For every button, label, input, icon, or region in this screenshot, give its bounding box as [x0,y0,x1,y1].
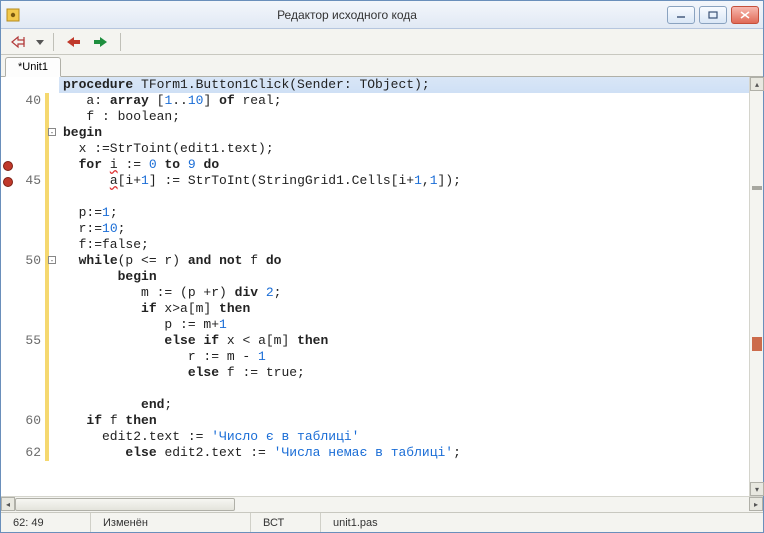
gutter-line[interactable] [1,397,45,413]
status-filename: unit1.pas [321,513,763,532]
code-line[interactable]: begin [59,269,749,285]
gutter-line[interactable] [1,429,45,445]
gutter-line[interactable]: 50 [1,253,45,269]
scrollbar-thumb[interactable] [15,498,235,511]
gutter-line[interactable] [1,349,45,365]
code-line[interactable]: for i := 0 to 9 do [59,157,749,173]
gutter-line[interactable] [1,77,45,93]
code-line[interactable]: f:=false; [59,237,749,253]
gutter-line[interactable] [1,157,45,173]
gutter-line[interactable] [1,237,45,253]
scroll-right-button[interactable]: ▸ [749,497,763,511]
titlebar: Редактор исходного кода [1,1,763,29]
toolbar [1,29,763,55]
code-line[interactable]: p := m+1 [59,317,749,333]
code-line[interactable]: a: array [1..10] of real; [59,93,749,109]
gutter-line[interactable] [1,381,45,397]
horizontal-scrollbar[interactable]: ◂ ▸ [1,496,763,512]
code-line[interactable]: end; [59,397,749,413]
code-line[interactable]: p:=1; [59,205,749,221]
code-line[interactable]: while(p <= r) and not f do [59,253,749,269]
close-button[interactable] [731,6,759,24]
status-bar: 62: 49 Изменён ВСТ unit1.pas [1,512,763,532]
gutter-line[interactable] [1,301,45,317]
window-title: Редактор исходного кода [27,8,667,22]
maximize-button[interactable] [699,6,727,24]
code-line[interactable]: x :=StrToint(edit1.text); [59,141,749,157]
gutter-line[interactable]: 40 [1,93,45,109]
forward-button[interactable] [90,32,112,52]
dropdown-arrow[interactable] [35,32,45,52]
minimize-button[interactable] [667,6,695,24]
code-line[interactable]: a[i+1] := StrToInt(StringGrid1.Cells[i+1… [59,173,749,189]
gutter-line[interactable] [1,221,45,237]
gutter-line[interactable] [1,141,45,157]
gutter-line[interactable] [1,365,45,381]
gutter-line[interactable]: 45 [1,173,45,189]
gutter-line[interactable] [1,269,45,285]
fold-bar: -- [45,77,59,496]
code-line[interactable]: else if x < a[m] then [59,333,749,349]
scroll-left-button[interactable]: ◂ [1,497,15,511]
gutter-line[interactable]: 62 [1,445,45,461]
fold-toggle[interactable]: - [48,128,56,136]
gutter-line[interactable] [1,125,45,141]
editor-area: 404550556062 -- procedure TForm1.Button1… [1,77,763,496]
app-icon [5,7,21,23]
gutter-line[interactable] [1,189,45,205]
gutter-line[interactable] [1,317,45,333]
toolbar-separator [120,33,121,51]
code-line[interactable]: if f then [59,413,749,429]
code-viewport[interactable]: procedure TForm1.Button1Click(Sender: TO… [59,77,749,496]
fold-toggle[interactable]: - [48,256,56,264]
scroll-down-button[interactable]: ▾ [750,482,764,496]
code-line[interactable]: r := m - 1 [59,349,749,365]
code-line[interactable]: edit2.text := 'Число є в таблиці' [59,429,749,445]
code-line[interactable]: m := (p +r) div 2; [59,285,749,301]
toolbar-separator [53,33,54,51]
code-line[interactable] [59,381,749,397]
gutter-line[interactable]: 55 [1,333,45,349]
tab-unit1[interactable]: *Unit1 [5,57,61,77]
status-cursor-pos: 62: 49 [1,513,91,532]
code-line[interactable]: r:=10; [59,221,749,237]
back-button[interactable] [62,32,84,52]
ruler-mark-error [752,337,762,351]
status-state: Изменён [91,513,251,532]
gutter-line[interactable]: 60 [1,413,45,429]
status-insert-mode: ВСТ [251,513,321,532]
overview-ruler[interactable]: ▴ ▾ [749,77,763,496]
code-line[interactable] [59,189,749,205]
code-line[interactable]: begin [59,125,749,141]
gutter-line[interactable] [1,205,45,221]
jump-button[interactable] [7,32,29,52]
gutter-line[interactable] [1,109,45,125]
scroll-up-button[interactable]: ▴ [750,77,764,91]
line-number-gutter: 40 45 50 55 60 62 [1,77,45,496]
code-line[interactable]: else edit2.text := 'Числа немає в таблиц… [59,445,749,461]
ruler-mark [752,186,762,190]
code-line[interactable]: f : boolean; [59,109,749,125]
code-line[interactable]: else f := true; [59,365,749,381]
gutter-line[interactable] [1,285,45,301]
tab-bar: *Unit1 [1,55,763,77]
code-line[interactable]: if x>a[m] then [59,301,749,317]
code-line[interactable]: procedure TForm1.Button1Click(Sender: TO… [59,77,749,93]
